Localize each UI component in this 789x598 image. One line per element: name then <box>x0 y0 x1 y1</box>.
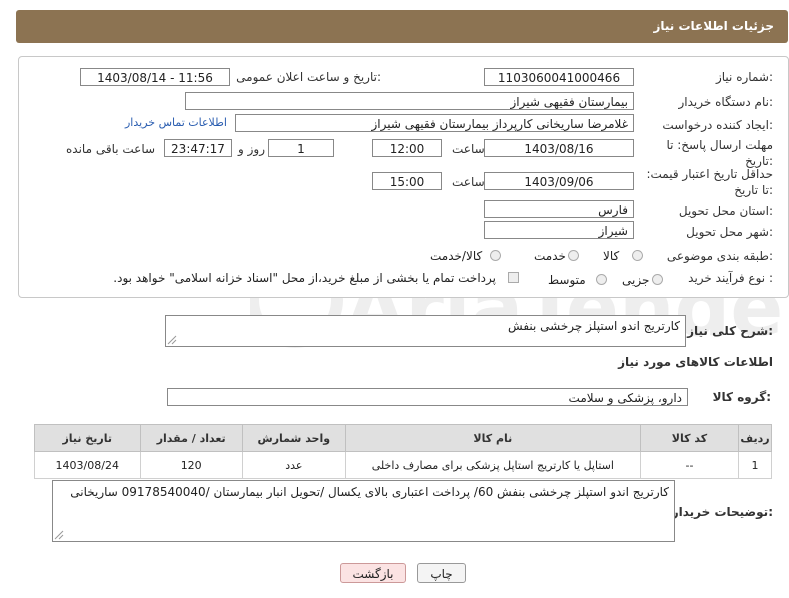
price-validity-date-field: 1403/09/06 <box>484 172 634 190</box>
goods-table-header-row: تاریخ نیاز تعداد / مقدار واحد شمارش نام … <box>34 424 772 452</box>
need-number-field: 1103060041000466 <box>484 68 634 86</box>
page-header: جزئیات اطلاعات نیاز <box>16 10 788 43</box>
cell-goods-code: -- <box>639 451 740 479</box>
category-option-service: خدمت <box>534 249 566 263</box>
table-row: 1403/08/24 120 عدد استاپل یا کارتریج است… <box>34 451 772 479</box>
province-label: استان محل تحویل: <box>678 204 773 218</box>
province-field: فارس <box>484 200 634 218</box>
treasury-payment-checkbox[interactable] <box>508 272 519 283</box>
price-validity-label: حداقل تاریخ اعتبار قیمت: تا تاریخ: <box>646 167 773 197</box>
cell-row-number: 1 <box>738 451 772 479</box>
print-button[interactable]: چاپ <box>417 563 466 583</box>
buyer-notes-label: توضیحات خریدار: <box>671 505 773 519</box>
col-need-date: تاریخ نیاز <box>34 424 141 452</box>
buyer-org-field: بیمارستان فقیهی شیراز <box>185 92 634 110</box>
reply-time-label: ساعت <box>452 142 485 156</box>
announce-datetime-field: 1403/08/14 - 11:56 <box>80 68 230 86</box>
col-quantity: تعداد / مقدار <box>139 424 243 452</box>
col-unit: واحد شمارش <box>241 424 346 452</box>
buyer-contact-link[interactable]: اطلاعات تماس خریدار <box>125 116 227 129</box>
category-option-goods: کالا <box>603 249 620 263</box>
back-button[interactable]: بازگشت <box>340 563 406 583</box>
category-radio-goods[interactable] <box>632 250 643 261</box>
goods-group-label: گروه کالا: <box>712 390 771 404</box>
city-label: شهر محل تحویل: <box>686 225 773 239</box>
page-title: جزئیات اطلاعات نیاز <box>653 19 774 33</box>
category-option-goods-service: کالا/خدمت <box>430 249 483 263</box>
creator-label: ایجاد کننده درخواست: <box>662 118 773 132</box>
creator-field: غلامرضا ساریخانی کارپرداز بیمارستان فقیه… <box>235 114 634 132</box>
col-goods-name: نام کالا <box>344 424 641 452</box>
price-time-label: ساعت <box>452 175 485 189</box>
summary-resize-handle[interactable] <box>167 335 177 345</box>
goods-table: تاریخ نیاز تعداد / مقدار واحد شمارش نام … <box>34 424 772 479</box>
notes-resize-handle[interactable] <box>54 530 64 540</box>
process-radio-minor[interactable] <box>652 274 663 285</box>
remaining-time-label: ساعت باقی مانده <box>66 142 156 156</box>
cell-unit: عدد <box>241 451 346 479</box>
process-radio-medium[interactable] <box>596 274 607 285</box>
cell-need-date: 1403/08/24 <box>34 451 141 479</box>
goods-section-title: اطلاعات کالاهای مورد نیاز <box>618 355 773 369</box>
summary-label: شرح کلی نیاز: <box>687 324 773 338</box>
price-time-field: 15:00 <box>372 172 442 190</box>
need-number-label: شماره نیاز: <box>715 70 773 84</box>
col-row-number: ردیف <box>738 424 772 452</box>
category-label: طبقه بندی موضوعی: <box>666 249 773 263</box>
cell-quantity: 120 <box>139 451 243 479</box>
process-option-medium: متوسط <box>548 273 586 287</box>
category-radio-service[interactable] <box>568 250 579 261</box>
category-radio-goods-service[interactable] <box>490 250 501 261</box>
buyer-org-label: نام دستگاه خریدار: <box>678 95 774 109</box>
days-label: روز و <box>238 142 265 156</box>
announce-datetime-label: تاریخ و ساعت اعلان عمومی: <box>236 70 381 84</box>
col-goods-code: کد کالا <box>639 424 740 452</box>
days-remaining-field: 1 <box>268 139 334 157</box>
goods-group-field: دارو، پزشکی و سلامت <box>167 388 688 406</box>
buyer-notes-field: کارتریج اندو استپلز چرخشی بنفش 60/ پرداخ… <box>52 480 675 542</box>
treasury-payment-note: پرداخت تمام یا بخشی از مبلغ خرید،از محل … <box>113 271 496 285</box>
process-option-minor: جزیی <box>622 273 650 287</box>
process-type-label: نوع فرآیند خرید : <box>688 271 773 285</box>
summary-field: کارتریج اندو استپلز چرخشی بنفش <box>165 315 686 347</box>
city-field: شیراز <box>484 221 634 239</box>
reply-date-field: 1403/08/16 <box>484 139 634 157</box>
cell-goods-name: استاپل یا کارتریج استاپل پزشکی برای مصار… <box>344 451 641 479</box>
remaining-time-field: 23:47:17 <box>164 139 232 157</box>
reply-time-field: 12:00 <box>372 139 442 157</box>
reply-deadline-label: مهلت ارسال پاسخ: تا تاریخ: <box>666 138 773 168</box>
